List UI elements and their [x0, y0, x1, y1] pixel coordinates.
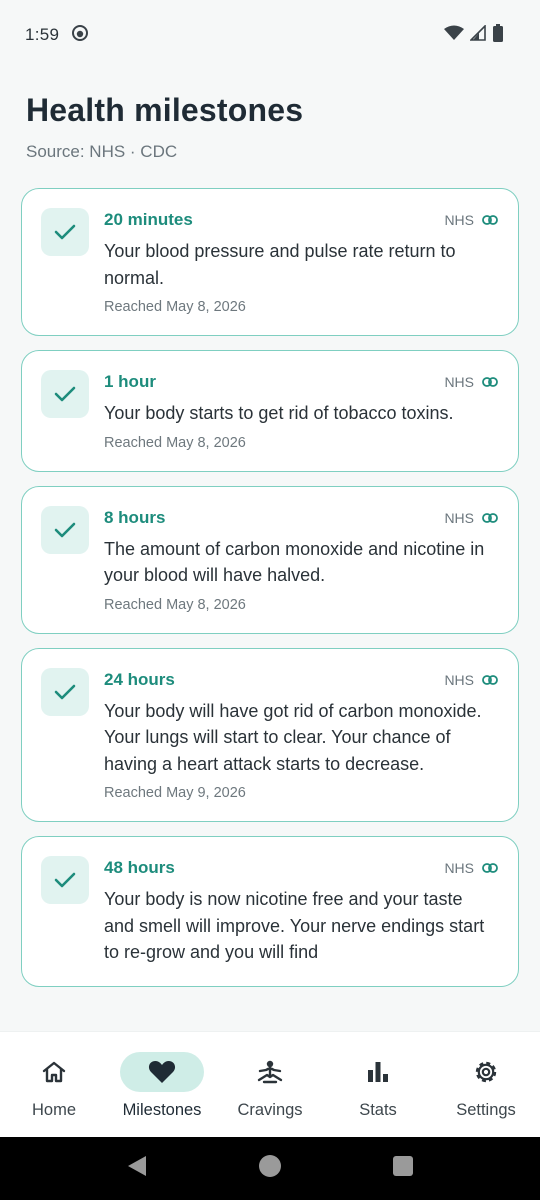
nav-label-cravings: Cravings — [237, 1101, 303, 1119]
check-icon — [41, 370, 89, 418]
source-label: NHS — [444, 212, 474, 228]
reached-date: Reached May 8, 2026 — [104, 299, 246, 315]
recents-icon[interactable] — [392, 1155, 414, 1182]
milestone-time: 48 hours — [104, 858, 175, 877]
page-subtitle: Source: NHS · CDC — [26, 142, 178, 161]
card-header: 20 minutes NHS — [104, 209, 498, 231]
system-nav-bar — [0, 1137, 540, 1200]
nav-item-home[interactable]: Home — [0, 1052, 108, 1120]
milestone-time: 1 hour — [104, 372, 156, 391]
milestone-time: 8 hours — [104, 507, 166, 527]
status-left: 1:59 — [25, 24, 89, 47]
status-right — [444, 23, 504, 47]
milestone-description: The amount of carbon monoxide and nicoti… — [104, 538, 485, 586]
nav-label-settings: Settings — [456, 1101, 516, 1119]
link-icon — [482, 212, 498, 228]
home-icon — [12, 1052, 96, 1092]
milestone-description: Your blood pressure and pulse rate retur… — [104, 241, 456, 288]
status-bar: 1:59 — [0, 0, 540, 70]
source-label: NHS — [444, 509, 474, 526]
gear-icon — [444, 1052, 528, 1092]
milestone-card[interactable]: 24 hours NHS Your body will have got rid… — [21, 647, 519, 822]
link-icon — [482, 860, 498, 876]
source-link[interactable]: NHS — [444, 672, 498, 688]
milestone-time: 24 hours — [104, 669, 175, 689]
check-icon — [41, 505, 89, 554]
check-icon — [41, 208, 89, 256]
link-icon — [482, 672, 498, 688]
status-time: 1:59 — [25, 25, 60, 44]
card-header: 24 hours NHS — [104, 669, 498, 691]
nav-label-home: Home — [31, 1101, 76, 1119]
reached-date: Reached May 9, 2026 — [104, 785, 246, 801]
source-label: NHS — [444, 860, 474, 876]
card-header: 1 hour NHS — [104, 371, 498, 393]
source-link[interactable]: NHS — [444, 510, 498, 526]
nav-item-milestones[interactable]: Milestones — [108, 1052, 216, 1120]
milestone-card[interactable]: 1 hour NHS Your body starts to get rid o… — [21, 350, 519, 472]
battery-icon — [492, 23, 504, 47]
check-icon — [41, 667, 89, 716]
nav-label-stats: Stats — [359, 1101, 397, 1119]
milestone-card[interactable]: 20 minutes NHS Your blood pressure and p… — [21, 188, 519, 336]
bar-chart-icon — [336, 1052, 420, 1092]
nav-label-milestones: Milestones — [122, 1101, 202, 1119]
milestone-time: 20 minutes — [104, 210, 193, 229]
milestone-list[interactable]: 20 minutes NHS Your blood pressure and p… — [21, 188, 519, 1030]
milestone-description: Your body is now nicotine free and your … — [104, 889, 485, 962]
nav-item-settings[interactable]: Settings — [432, 1052, 540, 1120]
nav-item-stats[interactable]: Stats — [324, 1052, 432, 1120]
milestone-description: Your body will have got rid of carbon mo… — [104, 700, 482, 774]
page-title: Health milestones — [26, 92, 304, 128]
heart-icon — [120, 1052, 204, 1092]
milestone-card[interactable]: 8 hours NHS The amount of carbon monoxid… — [21, 485, 519, 634]
cell-signal-icon — [469, 23, 486, 46]
meditation-icon — [228, 1052, 312, 1092]
source-link[interactable]: NHS — [444, 860, 498, 876]
card-header: 48 hours NHS — [104, 857, 498, 879]
link-icon — [482, 510, 498, 526]
check-icon — [41, 856, 89, 904]
link-icon — [482, 374, 498, 390]
nav-item-cravings[interactable]: Cravings — [216, 1052, 324, 1120]
source-link[interactable]: NHS — [444, 374, 498, 390]
milestone-description: Your body starts to get rid of tobacco t… — [104, 403, 454, 423]
source-link[interactable]: NHS — [444, 212, 498, 228]
milestone-card[interactable]: 48 hours NHS Your body is now nicotine f… — [21, 836, 519, 987]
source-label: NHS — [444, 374, 474, 390]
reached-date: Reached May 8, 2026 — [104, 596, 246, 613]
back-icon[interactable] — [126, 1154, 148, 1183]
bottom-nav: Home Milestones Cravings Stats Settings — [0, 1031, 540, 1137]
home-circle-icon[interactable] — [258, 1154, 282, 1183]
app-notification-icon — [71, 24, 89, 47]
wifi-icon — [444, 25, 464, 46]
reached-date: Reached May 8, 2026 — [104, 434, 246, 451]
source-label: NHS — [444, 671, 474, 688]
card-header: 8 hours NHS — [104, 507, 498, 529]
